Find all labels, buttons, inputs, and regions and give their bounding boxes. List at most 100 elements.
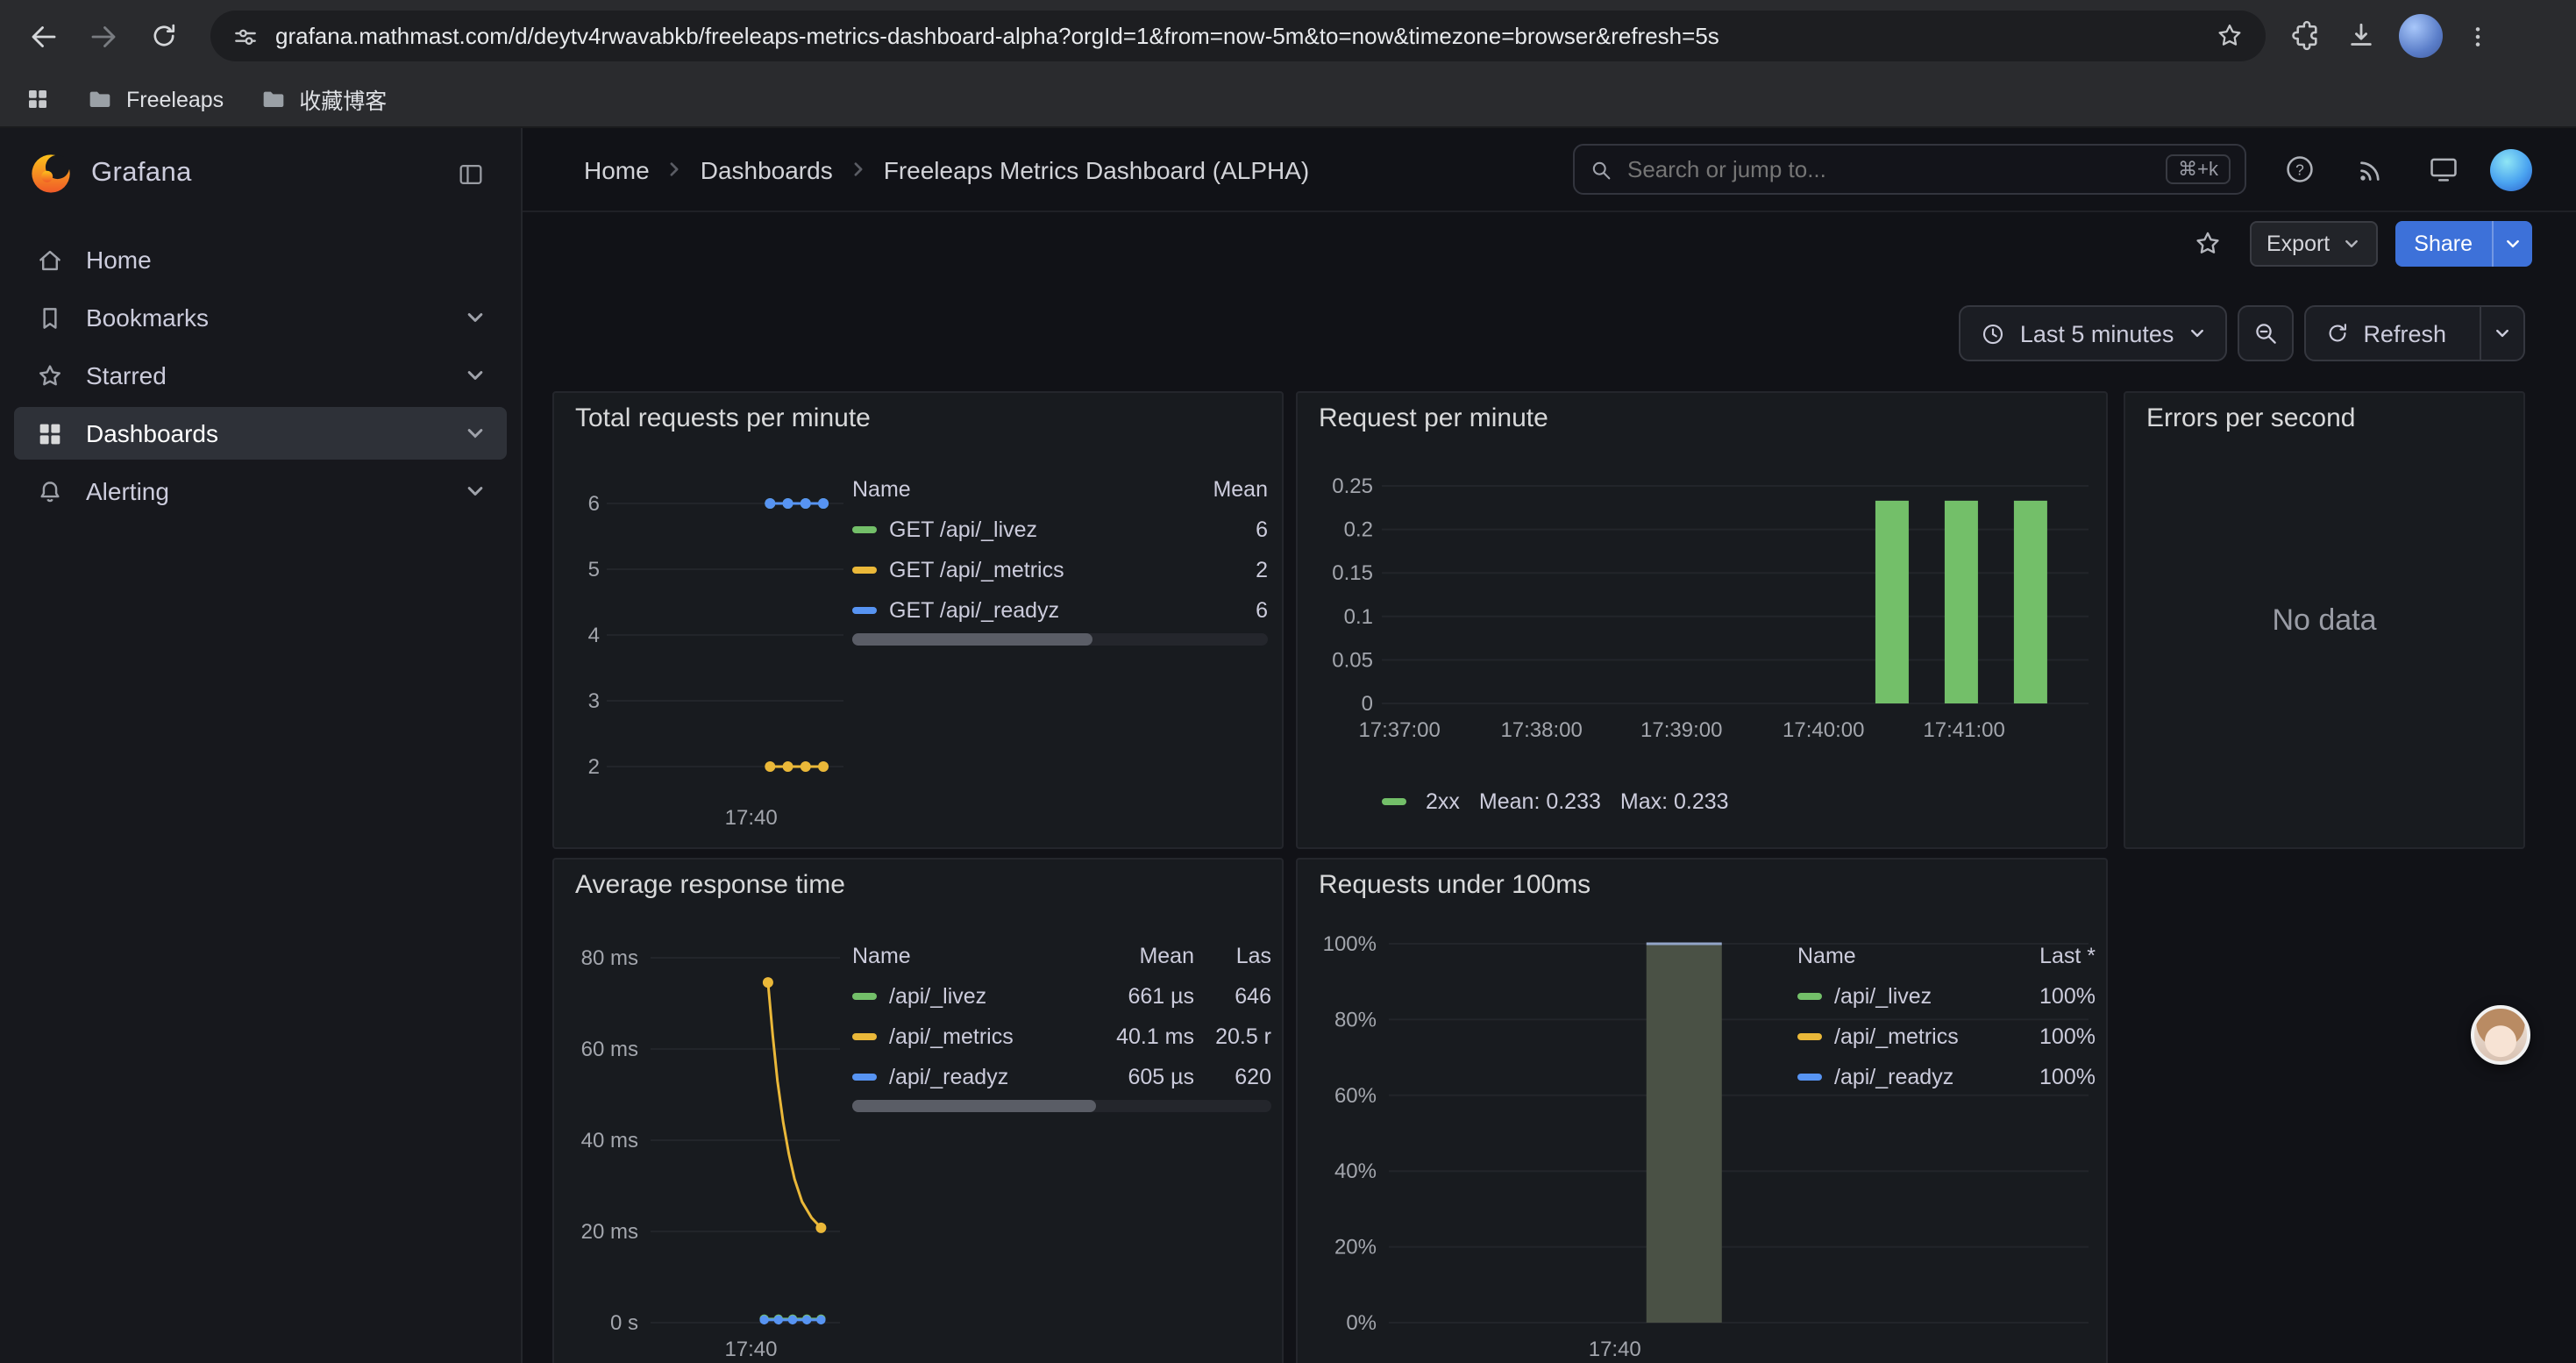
- legend-row[interactable]: GET /api/_livez6: [852, 509, 1268, 549]
- user-avatar[interactable]: [2490, 148, 2532, 190]
- brand-row: Grafana: [14, 142, 507, 205]
- sidebar-item-home[interactable]: Home: [14, 233, 507, 286]
- refresh-button-group: Refresh: [2303, 305, 2525, 361]
- browser-menu-icon[interactable]: [2464, 22, 2492, 50]
- series-color-swatch: [852, 525, 877, 532]
- bookmarks-bar: Freeleaps 收藏博客: [0, 72, 2576, 128]
- favorite-star-button[interactable]: [2182, 219, 2231, 268]
- export-button[interactable]: Export: [2249, 221, 2377, 267]
- series-color-swatch: [852, 1073, 877, 1080]
- time-range-label: Last 5 minutes: [2020, 320, 2174, 346]
- chevron-down-icon[interactable]: [465, 423, 486, 444]
- breadcrumb-home[interactable]: Home: [584, 155, 650, 183]
- panel-errors-per-second: Errors per second No data: [2124, 391, 2525, 849]
- reload-button[interactable]: [137, 10, 189, 62]
- refresh-icon: [2324, 321, 2349, 346]
- legend-header[interactable]: Name: [1797, 944, 1990, 968]
- x-tick-label: 17:39:00: [1640, 718, 1722, 742]
- series-point: [765, 761, 775, 772]
- site-settings-icon[interactable]: [231, 22, 260, 50]
- legend-stat-max: Max: 0.233: [1620, 789, 1729, 814]
- toolbar-icons: [2290, 14, 2492, 58]
- sidebar-item-bookmarks[interactable]: Bookmarks: [14, 291, 507, 344]
- legend-inline[interactable]: 2xx Mean: 0.233 Max: 0.233: [1382, 789, 1729, 814]
- grafana-logo[interactable]: [28, 151, 74, 196]
- legend-series-name: /api/_metrics: [889, 1024, 1014, 1048]
- scrollbar-thumb[interactable]: [852, 633, 1093, 646]
- bookmark-star-icon[interactable]: [2215, 21, 2245, 51]
- extensions-icon[interactable]: [2290, 19, 2323, 53]
- legend-header[interactable]: Mean: [1163, 477, 1268, 502]
- request-per-minute-chart[interactable]: 0.250.20.150.10.05017:37:0017:38:0017:39…: [1298, 393, 2108, 849]
- bookmark-item-blog[interactable]: 收藏博客: [259, 82, 387, 116]
- legend-header[interactable]: Name: [852, 477, 1163, 502]
- sidebar-collapse-button[interactable]: [447, 151, 493, 196]
- bookmark-item-freeleaps[interactable]: Freeleaps: [86, 85, 224, 113]
- news-rss-button[interactable]: [2346, 145, 2395, 194]
- url-input[interactable]: [275, 23, 2199, 49]
- refresh-button[interactable]: Refresh: [2305, 307, 2466, 360]
- series-color-swatch: [1382, 798, 1406, 805]
- legend-row[interactable]: GET /api/_metrics2: [852, 549, 1268, 589]
- chevron-down-icon[interactable]: [465, 481, 486, 502]
- series-color-swatch: [852, 992, 877, 999]
- forward-button[interactable]: [77, 10, 130, 62]
- scrollbar-thumb[interactable]: [852, 1100, 1095, 1112]
- x-tick-label: 17:40: [1589, 1338, 1641, 1361]
- legend-series-name: 2xx: [1426, 789, 1460, 814]
- legend-header[interactable]: Mean: [1085, 944, 1194, 968]
- back-button[interactable]: [18, 10, 70, 62]
- sidebar-item-starred[interactable]: Starred: [14, 349, 507, 402]
- series-point: [783, 498, 793, 509]
- sidebar-item-dashboards[interactable]: Dashboards: [14, 407, 507, 460]
- legend-header-row: NameMean: [852, 470, 1268, 509]
- zoom-out-button[interactable]: [2237, 305, 2293, 361]
- series-point: [788, 1316, 797, 1324]
- legend-scrollbar[interactable]: [852, 633, 1268, 646]
- apps-grid-icon[interactable]: [25, 86, 51, 112]
- share-label[interactable]: Share: [2395, 221, 2492, 267]
- chevron-down-icon[interactable]: [465, 365, 486, 386]
- legend-row[interactable]: GET /api/_readyz6: [852, 589, 1268, 630]
- series-color-swatch: [852, 566, 877, 573]
- legend-row[interactable]: /api/_livez100%: [1797, 975, 2096, 1016]
- legend-series-name: GET /api/_metrics: [889, 557, 1064, 582]
- brand-name: Grafana: [91, 158, 192, 189]
- grafana-header: Home Dashboards Freeleaps Metrics Dashbo…: [523, 128, 2576, 212]
- breadcrumb-dashboards[interactable]: Dashboards: [701, 155, 833, 183]
- legend-header[interactable]: Last *: [1990, 944, 2096, 968]
- legend-row[interactable]: /api/_metrics40.1 ms20.5 r: [852, 1016, 1271, 1056]
- profile-avatar[interactable]: [2399, 14, 2443, 58]
- search-bar[interactable]: ⌘+k: [1573, 144, 2246, 195]
- legend-row[interactable]: /api/_readyz605 µs620: [852, 1056, 1271, 1096]
- refresh-interval-caret[interactable]: [2480, 307, 2523, 360]
- tv-kiosk-button[interactable]: [2418, 145, 2467, 194]
- folder-icon: [263, 91, 283, 106]
- download-icon[interactable]: [2345, 19, 2378, 53]
- legend-value: 646: [1194, 983, 1271, 1008]
- legend-row[interactable]: /api/_readyz100%: [1797, 1056, 2096, 1096]
- star-icon: [35, 360, 65, 390]
- legend-row[interactable]: /api/_livez661 µs646: [852, 975, 1271, 1016]
- folder-icon: [90, 91, 110, 106]
- search-icon: [1589, 157, 1613, 182]
- time-range-picker[interactable]: Last 5 minutes: [1959, 305, 2227, 361]
- search-input[interactable]: [1627, 156, 2152, 182]
- floating-assistant-avatar[interactable]: [2471, 1005, 2530, 1065]
- legend-series-name: GET /api/_readyz: [889, 597, 1059, 622]
- help-button[interactable]: ?: [2274, 145, 2323, 194]
- y-tick-label: 20%: [1334, 1236, 1377, 1260]
- legend-value: 605 µs: [1085, 1064, 1194, 1088]
- share-button[interactable]: Share: [2395, 221, 2532, 267]
- sidebar-item-alerting[interactable]: Alerting: [14, 465, 507, 517]
- sidebar: Grafana Home Bookmarks Starred: [0, 128, 523, 1363]
- legend-header[interactable]: Las: [1194, 944, 1271, 968]
- url-bar[interactable]: [210, 11, 2266, 61]
- chevron-down-icon[interactable]: [465, 307, 486, 328]
- legend-scrollbar[interactable]: [852, 1100, 1271, 1112]
- sidebar-item-label: Home: [86, 246, 152, 274]
- legend-row[interactable]: /api/_metrics100%: [1797, 1016, 2096, 1056]
- share-menu-caret[interactable]: [2492, 221, 2532, 267]
- under-100ms-chart[interactable]: 100%80%60%40%20%0%17:40: [1298, 860, 2108, 1363]
- legend-header[interactable]: Name: [852, 944, 1085, 968]
